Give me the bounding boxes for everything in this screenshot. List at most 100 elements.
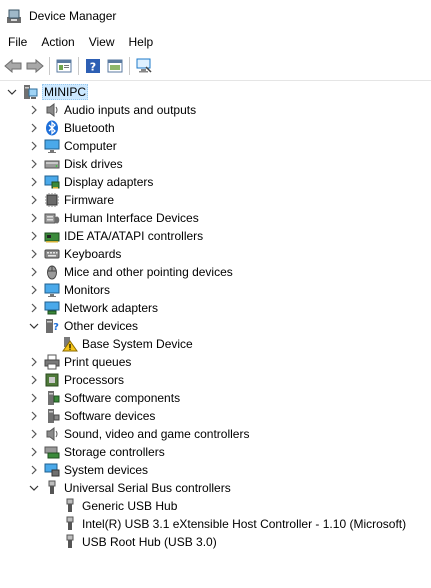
category-label: IDE ATA/ATAPI controllers bbox=[64, 229, 204, 243]
menu-help[interactable]: Help bbox=[125, 32, 158, 52]
speaker-icon bbox=[44, 102, 60, 118]
warning-device-icon bbox=[62, 336, 78, 352]
category-mice-and-other-pointing-devices[interactable]: Mice and other pointing devices bbox=[0, 263, 431, 281]
category-monitors[interactable]: Monitors bbox=[0, 281, 431, 299]
storage-controller-icon bbox=[44, 444, 60, 460]
expand-chevron-icon[interactable] bbox=[28, 464, 40, 476]
expand-chevron-icon[interactable] bbox=[28, 230, 40, 242]
category-bluetooth[interactable]: Bluetooth bbox=[0, 119, 431, 137]
collapse-chevron-icon[interactable] bbox=[6, 86, 18, 98]
collapse-chevron-icon[interactable] bbox=[28, 320, 40, 332]
expand-chevron-icon[interactable] bbox=[28, 374, 40, 386]
category-universal-serial-bus-controllers[interactable]: Universal Serial Bus controllers bbox=[0, 479, 431, 497]
menu-bar: File Action View Help bbox=[0, 32, 431, 52]
category-processors[interactable]: Processors bbox=[0, 371, 431, 389]
mouse-icon bbox=[44, 264, 60, 280]
window-title: Device Manager bbox=[29, 9, 117, 23]
tree-root[interactable]: MINIPC bbox=[0, 83, 431, 101]
scan-hardware-icon[interactable] bbox=[133, 55, 155, 77]
collapse-chevron-icon[interactable] bbox=[28, 482, 40, 494]
device-base-system-device[interactable]: Base System Device bbox=[0, 335, 431, 353]
expand-chevron-icon[interactable] bbox=[28, 302, 40, 314]
category-audio-inputs-and-outputs[interactable]: Audio inputs and outputs bbox=[0, 101, 431, 119]
menu-action[interactable]: Action bbox=[37, 32, 78, 52]
device-manager-icon bbox=[6, 8, 22, 24]
show-hidden-icon[interactable] bbox=[104, 55, 126, 77]
category-firmware[interactable]: Firmware bbox=[0, 191, 431, 209]
display-adapter-icon bbox=[44, 174, 60, 190]
category-label: Display adapters bbox=[64, 175, 154, 189]
expand-chevron-icon[interactable] bbox=[28, 410, 40, 422]
expand-chevron-icon[interactable] bbox=[28, 140, 40, 152]
category-label: Processors bbox=[64, 373, 125, 387]
ide-controller-icon bbox=[44, 228, 60, 244]
expand-chevron-icon[interactable] bbox=[28, 122, 40, 134]
usb-plug-icon bbox=[62, 498, 78, 514]
category-other-devices[interactable]: ? Other devices bbox=[0, 317, 431, 335]
device-usb-root-hub[interactable]: USB Root Hub (USB 3.0) bbox=[0, 533, 431, 551]
device-generic-usb-hub[interactable]: Generic USB Hub bbox=[0, 497, 431, 515]
expand-chevron-icon[interactable] bbox=[28, 284, 40, 296]
menu-view[interactable]: View bbox=[85, 32, 119, 52]
category-label: Software devices bbox=[64, 409, 156, 423]
forward-icon[interactable] bbox=[24, 55, 46, 77]
svg-text:?: ? bbox=[53, 322, 59, 333]
menu-file[interactable]: File bbox=[4, 32, 31, 52]
category-label: Other devices bbox=[64, 319, 139, 333]
category-software-devices[interactable]: Software devices bbox=[0, 407, 431, 425]
category-system-devices[interactable]: System devices bbox=[0, 461, 431, 479]
category-software-components[interactable]: Software components bbox=[0, 389, 431, 407]
expand-chevron-icon[interactable] bbox=[28, 104, 40, 116]
expand-chevron-icon[interactable] bbox=[28, 176, 40, 188]
other-devices-icon: ? bbox=[44, 318, 60, 334]
device-label: USB Root Hub (USB 3.0) bbox=[82, 535, 217, 549]
toolbar-separator bbox=[49, 57, 50, 75]
tree-root-label: MINIPC bbox=[42, 84, 88, 100]
category-label: Audio inputs and outputs bbox=[64, 103, 197, 117]
category-display-adapters[interactable]: Display adapters bbox=[0, 173, 431, 191]
monitor-icon bbox=[44, 282, 60, 298]
category-disk-drives[interactable]: Disk drives bbox=[0, 155, 431, 173]
category-label: Software components bbox=[64, 391, 181, 405]
category-label: Bluetooth bbox=[64, 121, 115, 135]
hid-icon bbox=[44, 210, 60, 226]
category-label: Print queues bbox=[64, 355, 132, 369]
category-keyboards[interactable]: Keyboards bbox=[0, 245, 431, 263]
expand-chevron-icon[interactable] bbox=[28, 212, 40, 224]
category-human-interface-devices[interactable]: Human Interface Devices bbox=[0, 209, 431, 227]
expand-chevron-icon[interactable] bbox=[28, 428, 40, 440]
expand-chevron-icon[interactable] bbox=[28, 158, 40, 170]
expand-chevron-icon[interactable] bbox=[28, 248, 40, 260]
system-devices-icon bbox=[44, 462, 60, 478]
expand-chevron-icon[interactable] bbox=[28, 194, 40, 206]
properties-icon[interactable] bbox=[53, 55, 75, 77]
keyboard-icon bbox=[44, 246, 60, 262]
category-sound-video-and-game-controllers[interactable]: Sound, video and game controllers bbox=[0, 425, 431, 443]
device-tree: MINIPC Audio inputs and outputs Bluetoot… bbox=[0, 81, 431, 551]
expand-chevron-icon[interactable] bbox=[28, 266, 40, 278]
category-print-queues[interactable]: Print queues bbox=[0, 353, 431, 371]
sound-controller-icon bbox=[44, 426, 60, 442]
disk-drive-icon bbox=[44, 156, 60, 172]
network-adapter-icon bbox=[44, 300, 60, 316]
help-icon[interactable]: ? bbox=[82, 55, 104, 77]
expand-chevron-icon[interactable] bbox=[28, 446, 40, 458]
category-ide-ata-atapi-controllers[interactable]: IDE ATA/ATAPI controllers bbox=[0, 227, 431, 245]
software-component-icon bbox=[44, 390, 60, 406]
computer-root-icon bbox=[22, 84, 38, 100]
processor-icon bbox=[44, 372, 60, 388]
category-network-adapters[interactable]: Network adapters bbox=[0, 299, 431, 317]
category-computer[interactable]: Computer bbox=[0, 137, 431, 155]
expand-chevron-icon[interactable] bbox=[28, 356, 40, 368]
device-label: Base System Device bbox=[82, 337, 193, 351]
category-label: Firmware bbox=[64, 193, 114, 207]
category-label: Network adapters bbox=[64, 301, 159, 315]
usb-plug-icon bbox=[62, 534, 78, 550]
toolbar-separator bbox=[78, 57, 79, 75]
category-label: Mice and other pointing devices bbox=[64, 265, 233, 279]
category-label: Keyboards bbox=[64, 247, 122, 261]
category-storage-controllers[interactable]: Storage controllers bbox=[0, 443, 431, 461]
back-icon[interactable] bbox=[2, 55, 24, 77]
expand-chevron-icon[interactable] bbox=[28, 392, 40, 404]
device-intel-usb-host-controller[interactable]: Intel(R) USB 3.1 eXtensible Host Control… bbox=[0, 515, 431, 533]
